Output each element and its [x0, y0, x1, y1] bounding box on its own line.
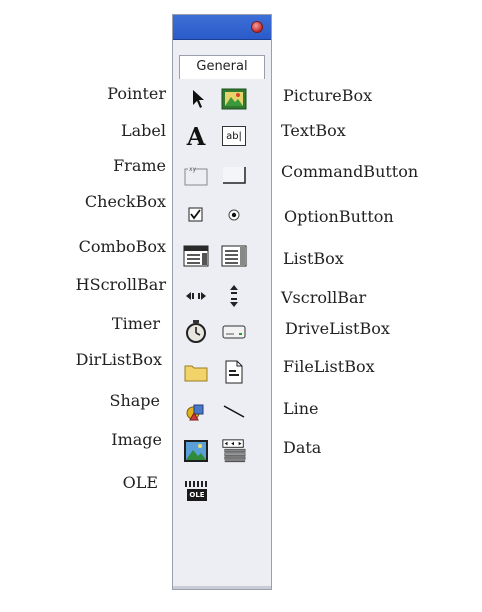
shape-icon[interactable]: [183, 398, 209, 424]
label-dirlistbox: DirListBox: [75, 350, 162, 369]
label-picturebox: PictureBox: [283, 86, 373, 105]
toolbox-bottom-edge: [173, 586, 271, 589]
label-ole: OLE: [122, 473, 158, 492]
label-hscrollbar: HScrollBar: [75, 275, 166, 294]
filelistbox-icon[interactable]: [221, 359, 247, 385]
hscrollbar-icon[interactable]: [183, 283, 209, 309]
label-drivelistbox: DriveListBox: [285, 319, 390, 338]
dirlistbox-icon[interactable]: [183, 359, 209, 385]
label-optionbutton: OptionButton: [284, 207, 394, 226]
image-icon[interactable]: [183, 438, 209, 464]
commandbutton-icon[interactable]: [221, 162, 247, 188]
label-textbox: TextBox: [281, 121, 346, 140]
label-frame: Frame: [113, 156, 166, 175]
vscrollbar-icon[interactable]: [221, 283, 247, 309]
pointer-icon[interactable]: [185, 86, 211, 112]
svg-text:xy: xy: [189, 166, 197, 173]
label-commandbutton: CommandButton: [281, 162, 419, 181]
frame-icon[interactable]: xy: [183, 162, 209, 188]
label-glyph: A: [186, 121, 206, 151]
ole-glyph: OLE: [189, 491, 205, 499]
optionbutton-icon[interactable]: [221, 202, 247, 228]
label-listbox: ListBox: [283, 249, 344, 268]
ole-icon[interactable]: OLE: [183, 478, 209, 504]
label-image: Image: [111, 430, 162, 449]
checkbox-icon[interactable]: [183, 202, 209, 228]
label-line: Line: [283, 399, 319, 418]
data-icon[interactable]: [221, 438, 247, 464]
label-tool-icon[interactable]: A: [183, 121, 209, 151]
textbox-glyph: ab|: [226, 130, 242, 142]
label-checkbox: CheckBox: [84, 192, 166, 211]
toolbox-illustration: Pointer Label Frame CheckBox ComboBox HS…: [0, 0, 482, 612]
line-icon[interactable]: [221, 398, 247, 424]
label-vscrollbar: VscrollBar: [281, 288, 367, 307]
label-data: Data: [283, 438, 322, 457]
tab-general[interactable]: General: [179, 55, 265, 79]
label-pointer: Pointer: [107, 84, 166, 103]
toolbox-titlebar: [173, 15, 271, 40]
close-icon[interactable]: [251, 21, 263, 33]
listbox-icon[interactable]: [221, 243, 247, 269]
label-label: Label: [121, 121, 166, 140]
label-shape: Shape: [109, 391, 160, 410]
picturebox-icon[interactable]: [221, 86, 247, 112]
timer-icon[interactable]: [183, 319, 209, 345]
toolbox-window: General A ab| xy OLE: [172, 14, 272, 590]
combobox-icon[interactable]: [183, 243, 209, 269]
textbox-icon[interactable]: ab|: [221, 123, 247, 149]
label-combobox: ComboBox: [78, 237, 166, 256]
label-timer: Timer: [111, 314, 160, 333]
drivelistbox-icon[interactable]: [221, 319, 247, 345]
label-filelistbox: FileListBox: [283, 357, 375, 376]
